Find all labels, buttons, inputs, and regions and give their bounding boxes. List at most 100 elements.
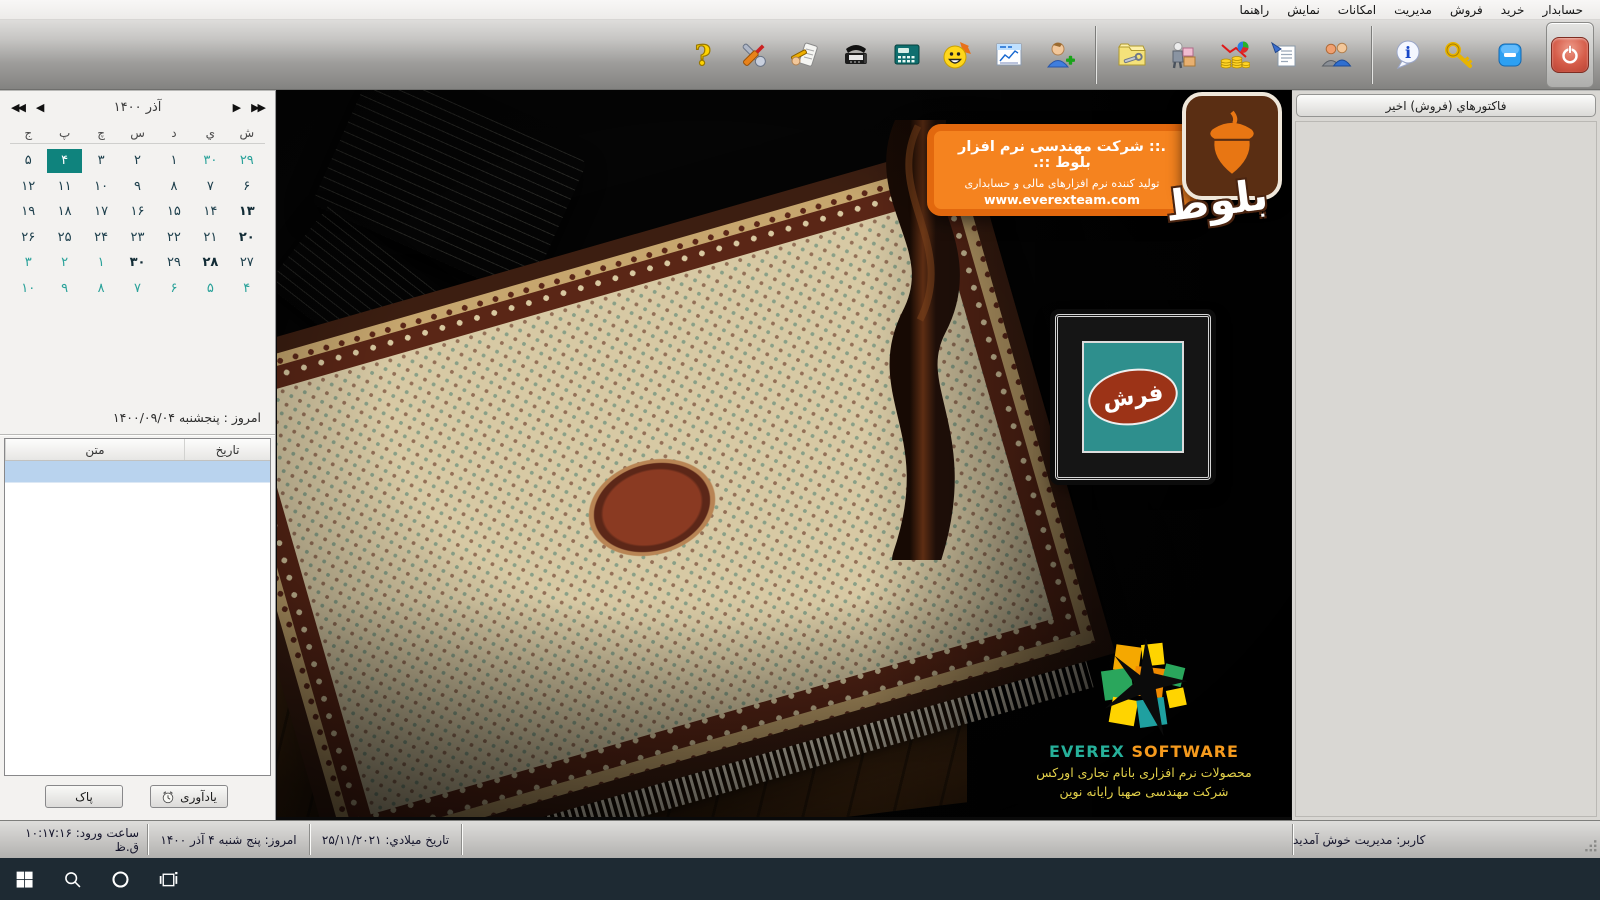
- calendar-day[interactable]: ۲۷: [230, 251, 264, 275]
- calendar-day[interactable]: ۲۲: [157, 226, 191, 250]
- calendar-header: ◀◀ ◀ آذر ۱۴۰۰ ▶ ▶▶: [8, 96, 267, 118]
- calendar-day[interactable]: ۱۴: [193, 200, 227, 224]
- calendar-day[interactable]: ۲۱: [193, 226, 227, 250]
- report-coins-button[interactable]: [1213, 27, 1255, 83]
- calendar-day[interactable]: ۶: [230, 175, 264, 199]
- menu-item-rahnama[interactable]: راهنما: [1231, 1, 1279, 19]
- calendar-day[interactable]: ۲: [47, 251, 81, 275]
- start-button[interactable]: [0, 858, 48, 900]
- calendar-day[interactable]: ۱۱: [47, 175, 81, 199]
- delivery-button[interactable]: [1162, 27, 1204, 83]
- calendar-day[interactable]: ۱۲: [11, 175, 45, 199]
- search-button[interactable]: [48, 858, 96, 900]
- banner-title: .:: شرکت مهندسی نرم افزار بلوط ::.: [948, 139, 1176, 171]
- calendar-day[interactable]: ۳: [11, 251, 45, 275]
- calendar-day[interactable]: ۱۶: [120, 200, 154, 224]
- calendar-day[interactable]: ۸: [157, 175, 191, 199]
- menu-item-modiriat[interactable]: مدیریت: [1385, 1, 1441, 19]
- calendar-day[interactable]: ۱: [157, 149, 191, 173]
- calculator-button[interactable]: [886, 27, 928, 83]
- power-button[interactable]: [1551, 37, 1589, 73]
- calendar-day[interactable]: ۸: [84, 277, 118, 301]
- calendar-day[interactable]: ۲۰: [230, 226, 264, 250]
- next-button[interactable]: ▶: [230, 101, 242, 114]
- calendar-day[interactable]: ۷: [120, 277, 154, 301]
- calendar-day[interactable]: ۳۰: [120, 251, 154, 275]
- menu-item-emkanat[interactable]: امکانات: [1329, 1, 1385, 19]
- prev-fast-button[interactable]: ◀◀: [8, 101, 27, 114]
- folder-tools-button[interactable]: [1111, 27, 1153, 83]
- people-button[interactable]: [1315, 27, 1357, 83]
- prev-button[interactable]: ◀: [33, 101, 45, 114]
- smiley-button[interactable]: [937, 27, 979, 83]
- tools-button[interactable]: [733, 27, 775, 83]
- task-view-button[interactable]: [144, 858, 192, 900]
- fax-button[interactable]: [835, 27, 877, 83]
- everex-name-secondary: SOFTWARE: [1131, 742, 1239, 761]
- calendar-day[interactable]: ۶: [157, 277, 191, 301]
- menu-item-namayesh[interactable]: نمایش: [1278, 1, 1329, 19]
- calendar-day[interactable]: ۲۴: [84, 226, 118, 250]
- help-button[interactable]: ?: [682, 27, 724, 83]
- report-coins-icon: [1218, 39, 1250, 71]
- calendar-grid: ۲۹۳۰۱۲۳۴۵۶۷۸۹۱۰۱۱۱۲۱۳۱۴۱۵۱۶۱۷۱۸۱۹۲۰۲۱۲۲۲…: [10, 148, 265, 301]
- calendar-day[interactable]: ۹: [47, 277, 81, 301]
- write-button[interactable]: [784, 27, 826, 83]
- calendar-day[interactable]: ۳۰: [193, 149, 227, 173]
- minimize-button[interactable]: [1489, 27, 1531, 83]
- reminder-button[interactable]: یادآوری: [150, 785, 228, 808]
- calendar-day[interactable]: ۲: [120, 149, 154, 173]
- clear-button[interactable]: پاک: [45, 785, 123, 808]
- calendar-day[interactable]: ۱۳: [230, 200, 264, 224]
- menu-item-hesabdar[interactable]: حسابدار: [1533, 1, 1592, 19]
- divider: [0, 434, 275, 436]
- calendar-day[interactable]: ۱۰: [11, 277, 45, 301]
- banner-url: www.everexteam.com: [948, 192, 1176, 207]
- clear-button-label: پاک: [75, 790, 93, 804]
- menu-item-kharid[interactable]: خرید: [1492, 1, 1534, 19]
- calendar-day[interactable]: ۵: [11, 149, 45, 173]
- svg-text:?: ?: [695, 39, 711, 71]
- calendar-day[interactable]: ۲۸: [193, 251, 227, 275]
- calendar-day[interactable]: ۲۶: [11, 226, 45, 250]
- calendar-today-label: امروز : پنجشنبه ۱۴۰۰/۰۹/۰۴: [113, 410, 261, 425]
- document-hand-button[interactable]: [1264, 27, 1306, 83]
- calendar-day[interactable]: ۳: [84, 149, 118, 173]
- minimize-icon: [1494, 39, 1526, 71]
- toolbar: ?i: [0, 20, 1600, 90]
- recent-invoices-panel: فاکتورهاي (فروش) اخیر: [1292, 90, 1600, 820]
- calendar-day[interactable]: ۱۰: [84, 175, 118, 199]
- calendar-panel: ◀◀ ◀ آذر ۱۴۰۰ ▶ ▶▶ شيدسچپج ۲۹۳۰۱۲۳۴۵۶۷۸۹…: [0, 90, 276, 820]
- key-icon: [1443, 39, 1475, 71]
- calendar-day[interactable]: ۱۵: [157, 200, 191, 224]
- menu-item-foroosh[interactable]: فروش: [1441, 1, 1492, 19]
- calendar-day[interactable]: ۲۳: [120, 226, 154, 250]
- calendar-day[interactable]: ۷: [193, 175, 227, 199]
- resize-grip-icon[interactable]: [1584, 839, 1598, 856]
- calendar-day[interactable]: ۴: [230, 277, 264, 301]
- key-button[interactable]: [1438, 27, 1480, 83]
- reminder-button-label: یادآوری: [180, 790, 217, 804]
- calendar-day[interactable]: ۹: [120, 175, 154, 199]
- banner-subtitle: تولید کننده نرم افزارهای مالی و حسابداری: [948, 177, 1176, 190]
- calendar-day[interactable]: ۵: [193, 277, 227, 301]
- table-row[interactable]: [5, 461, 270, 483]
- column-header-text: متن: [5, 439, 184, 460]
- toolbar-groups: ?i: [682, 26, 1531, 84]
- add-user-button[interactable]: [1039, 27, 1081, 83]
- info-button[interactable]: i: [1387, 27, 1429, 83]
- cortana-button[interactable]: [96, 858, 144, 900]
- task-view-icon: [158, 869, 179, 890]
- calendar-day-selected[interactable]: ۴: [47, 149, 81, 173]
- chart-screen-icon: [993, 39, 1025, 71]
- next-fast-button[interactable]: ▶▶: [248, 101, 267, 114]
- calendar-day[interactable]: ۱۸: [47, 200, 81, 224]
- chart-screen-button[interactable]: [988, 27, 1030, 83]
- calendar-day[interactable]: ۲۵: [47, 226, 81, 250]
- calendar-day[interactable]: ۱۷: [84, 200, 118, 224]
- calendar-day[interactable]: ۱۹: [11, 200, 45, 224]
- calendar-day[interactable]: ۱: [84, 251, 118, 275]
- recent-invoices-header[interactable]: فاکتورهاي (فروش) اخیر: [1296, 94, 1596, 117]
- calendar-day[interactable]: ۲۹: [157, 251, 191, 275]
- calendar-day[interactable]: ۲۹: [230, 149, 264, 173]
